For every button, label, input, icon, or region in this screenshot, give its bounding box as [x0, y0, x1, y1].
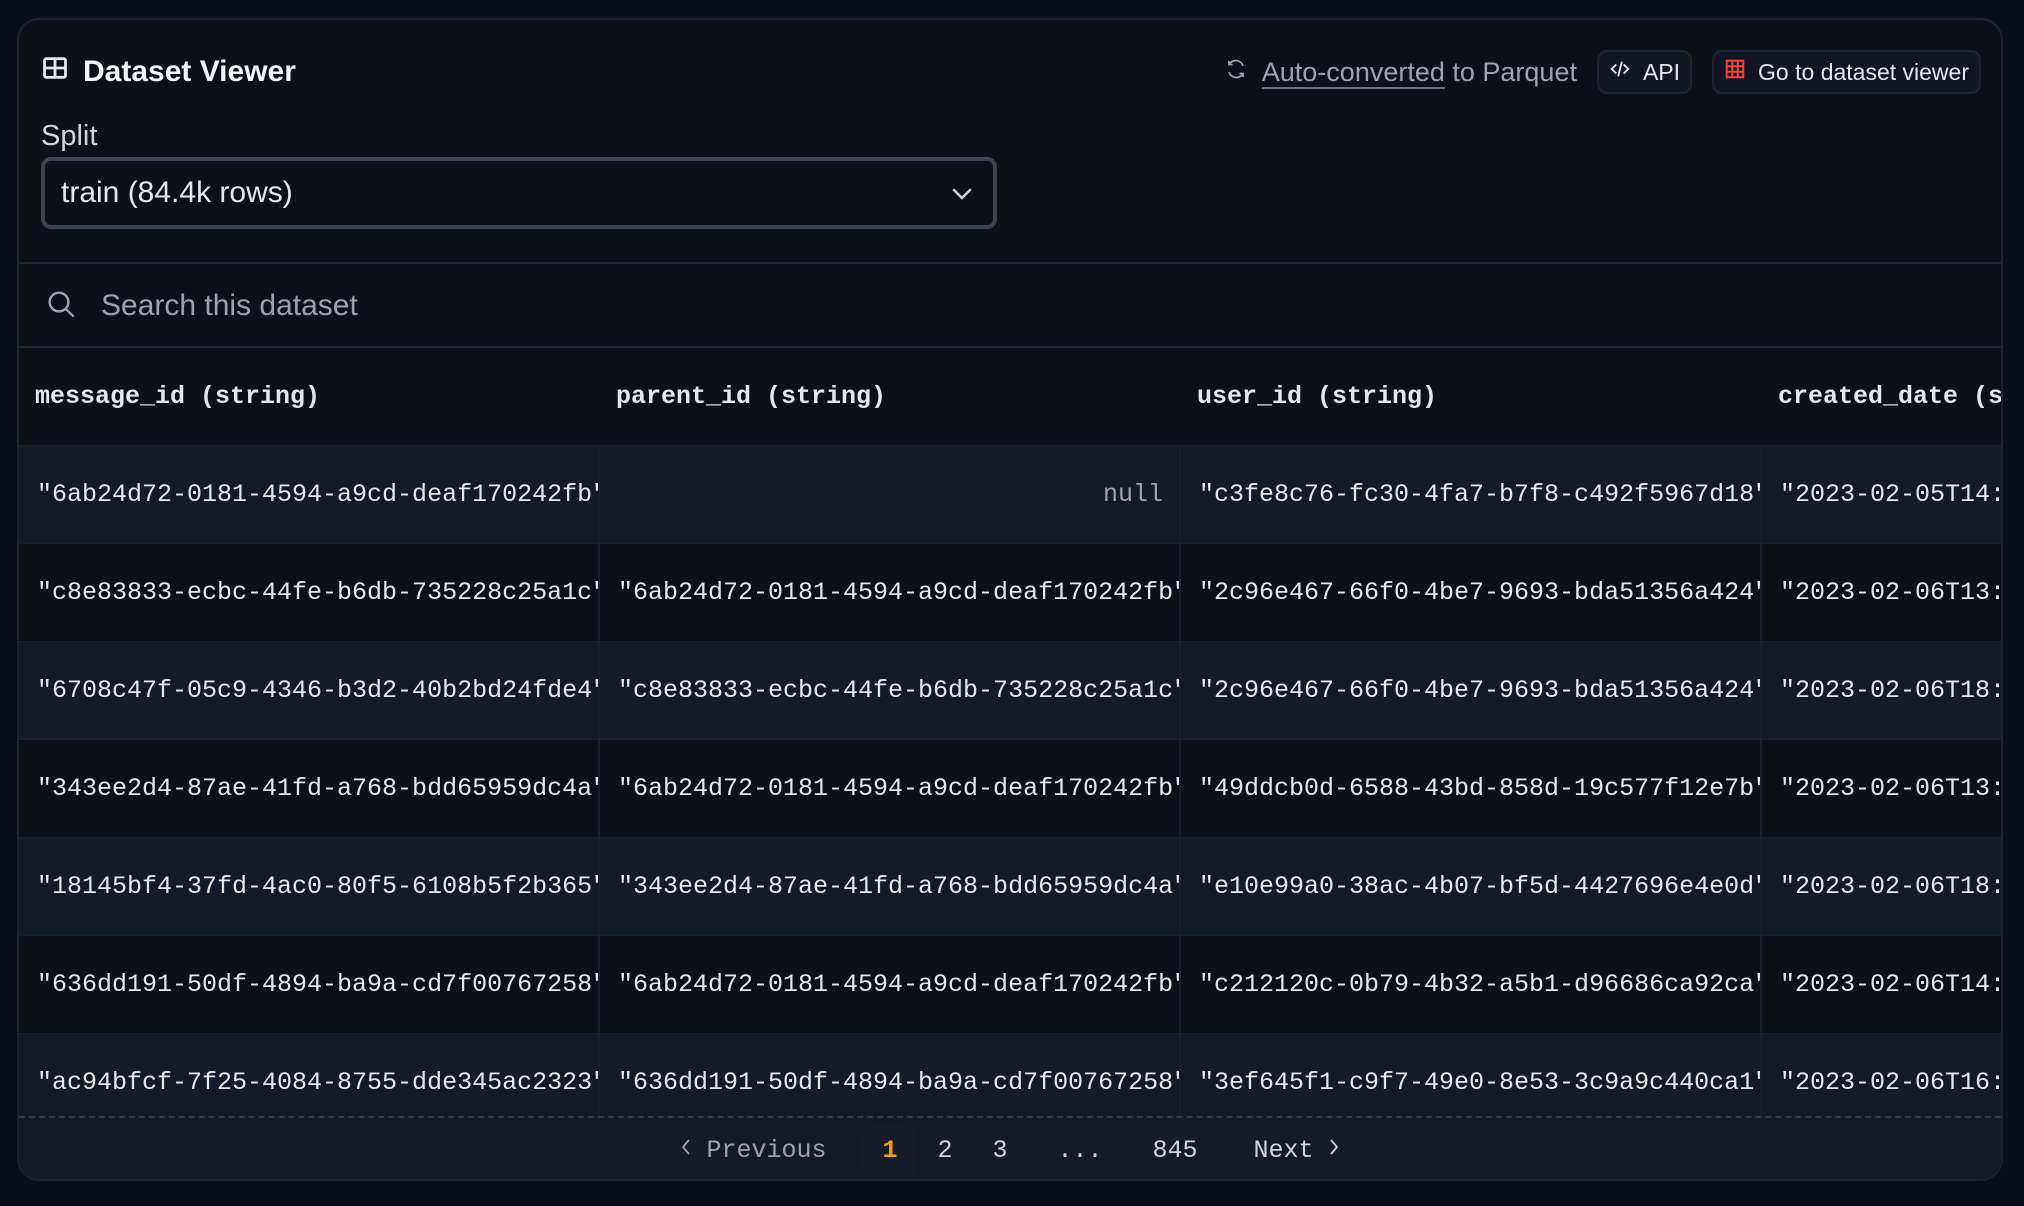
cell-parent-id: "c8e83833-ecbc-44fe-b6db-735228c25a1c" — [600, 642, 1181, 739]
next-label: Next — [1253, 1136, 1314, 1165]
table-row[interactable]: "343ee2d4-87ae-41fd-a768-bdd65959dc4a" "… — [19, 739, 2001, 837]
cell-message-id: "6ab24d72-0181-4594-a9cd-deaf170242fb" — [19, 446, 600, 543]
table-row[interactable]: "18145bf4-37fd-4ac0-80f5-6108b5f2b365" "… — [19, 837, 2001, 935]
cell-user-id: "c212120c-0b79-4b32-a5b1-d96686ca92ca" — [1181, 936, 1762, 1033]
parquet-status: Auto-converted to Parquet — [1224, 57, 1577, 88]
cell-message-id: "343ee2d4-87ae-41fd-a768-bdd65959dc4a" — [19, 740, 600, 837]
previous-label: Previous — [706, 1136, 827, 1165]
cell-message-id: "c8e83833-ecbc-44fe-b6db-735228c25a1c" — [19, 544, 600, 641]
cell-user-id: "49ddcb0d-6588-43bd-858d-19c577f12e7b" — [1181, 740, 1762, 837]
parquet-suffix: to Parquet — [1444, 56, 1577, 87]
dataset-viewer-panel: Dataset Viewer Auto-converted to Parquet… — [17, 18, 2003, 1181]
chevron-down-icon — [947, 178, 977, 208]
refresh-icon — [1224, 57, 1248, 88]
chevron-right-icon — [1326, 1136, 1342, 1165]
cell-created-date: "2023-02-06T13:3 — [1762, 740, 2001, 837]
page-button-3[interactable]: 3 — [973, 1126, 1028, 1176]
pagination-ellipsis: ... — [1057, 1136, 1103, 1165]
chevron-left-icon — [678, 1136, 694, 1165]
cell-created-date: "2023-02-06T13:5 — [1762, 544, 2001, 641]
cell-created-date: "2023-02-06T18:4 — [1762, 642, 2001, 739]
split-selected-value: train (84.4k rows) — [61, 176, 293, 209]
cell-parent-id: null — [600, 446, 1181, 543]
next-page-button[interactable]: Next — [1234, 1126, 1362, 1176]
code-icon — [1609, 58, 1631, 86]
pagination: Previous 1 2 3 ... 845 Next — [19, 1116, 2001, 1179]
search-icon — [45, 288, 77, 325]
cell-user-id: "c3fe8c76-fc30-4fa7-b7f8-c492f5967d18" — [1181, 446, 1762, 543]
search-bar — [19, 264, 2001, 348]
data-table: message_id (string) parent_id (string) u… — [19, 348, 2001, 1131]
viewer-header: Dataset Viewer Auto-converted to Parquet… — [41, 44, 1981, 100]
cell-message-id: "6708c47f-05c9-4346-b3d2-40b2bd24fde4" — [19, 642, 600, 739]
viewer-title-text: Dataset Viewer — [83, 55, 296, 88]
column-header-created-date[interactable]: created_date (string) — [1762, 348, 2001, 445]
api-label: API — [1642, 58, 1681, 85]
table-header-row: message_id (string) parent_id (string) u… — [19, 348, 2001, 445]
grid-icon — [1724, 58, 1746, 86]
previous-page-button[interactable]: Previous — [658, 1126, 846, 1176]
cell-user-id: "2c96e467-66f0-4be7-9693-bda51356a424" — [1181, 642, 1762, 739]
table-icon — [41, 54, 69, 90]
column-header-message-id[interactable]: message_id (string) — [19, 348, 600, 445]
cell-user-id: "e10e99a0-38ac-4b07-bf5d-4427696e4e0d" — [1181, 838, 1762, 935]
cell-message-id: "636dd191-50df-4894-ba9a-cd7f00767258" — [19, 936, 600, 1033]
cell-message-id: "18145bf4-37fd-4ac0-80f5-6108b5f2b365" — [19, 838, 600, 935]
cell-created-date: "2023-02-05T14:2 — [1762, 446, 2001, 543]
cell-created-date: "2023-02-06T18:5 — [1762, 838, 2001, 935]
cell-user-id: "2c96e467-66f0-4be7-9693-bda51356a424" — [1181, 544, 1762, 641]
page-button-2[interactable]: 2 — [917, 1126, 972, 1176]
cell-parent-id: "6ab24d72-0181-4594-a9cd-deaf170242fb" — [600, 740, 1181, 837]
split-label: Split — [41, 120, 98, 152]
viewer-title: Dataset Viewer — [41, 54, 296, 90]
table-row[interactable]: "c8e83833-ecbc-44fe-b6db-735228c25a1c" "… — [19, 543, 2001, 641]
search-input[interactable] — [101, 289, 1701, 323]
auto-converted-link[interactable]: Auto-converted — [1262, 57, 1445, 87]
page-button-1[interactable]: 1 — [862, 1125, 918, 1176]
api-button[interactable]: API — [1596, 50, 1693, 94]
table-row[interactable]: "6ab24d72-0181-4594-a9cd-deaf170242fb" n… — [19, 445, 2001, 543]
cell-parent-id: "343ee2d4-87ae-41fd-a768-bdd65959dc4a" — [600, 838, 1181, 935]
column-header-parent-id[interactable]: parent_id (string) — [600, 348, 1181, 445]
column-header-user-id[interactable]: user_id (string) — [1181, 348, 1762, 445]
split-select[interactable]: train (84.4k rows) — [41, 157, 997, 229]
table-row[interactable]: "6708c47f-05c9-4346-b3d2-40b2bd24fde4" "… — [19, 641, 2001, 739]
cell-created-date: "2023-02-06T14:2 — [1762, 936, 2001, 1033]
cell-parent-id: "6ab24d72-0181-4594-a9cd-deaf170242fb" — [600, 936, 1181, 1033]
go-to-viewer-label: Go to dataset viewer — [1758, 58, 1969, 85]
table-row[interactable]: "636dd191-50df-4894-ba9a-cd7f00767258" "… — [19, 935, 2001, 1033]
cell-parent-id: "6ab24d72-0181-4594-a9cd-deaf170242fb" — [600, 544, 1181, 641]
go-to-dataset-viewer-button[interactable]: Go to dataset viewer — [1712, 50, 1981, 94]
page-button-last[interactable]: 845 — [1133, 1126, 1218, 1176]
